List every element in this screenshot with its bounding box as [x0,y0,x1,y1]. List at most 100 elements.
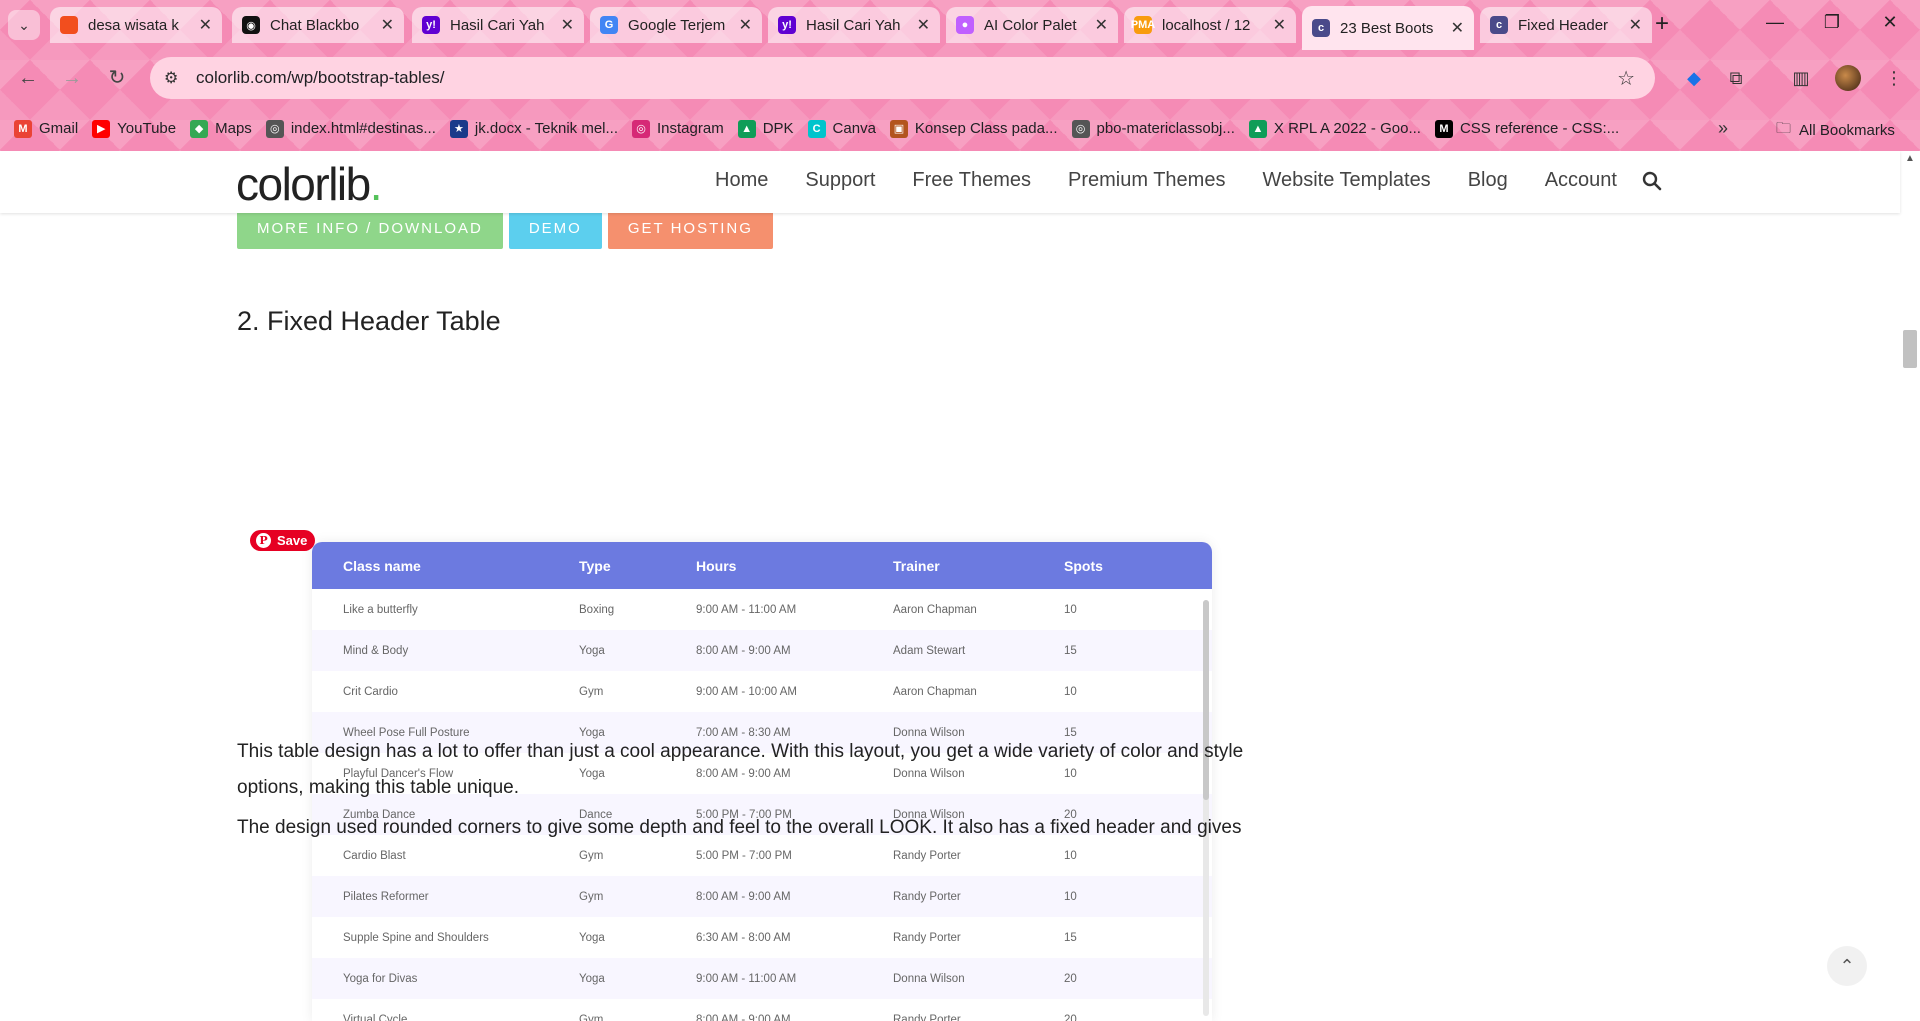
bookmark-item[interactable]: M CSS reference - CSS:... [1434,119,1620,138]
nav-link-blog[interactable]: Blog [1468,169,1508,192]
nav-link-account[interactable]: Account [1545,169,1617,192]
back-to-top-button[interactable]: ⌃ [1827,946,1867,986]
bookmark-favicon-icon: ◆ [190,119,209,138]
column-header[interactable]: Type [579,558,696,574]
column-header[interactable]: Spots [1064,558,1144,574]
nav-link-premium-themes[interactable]: Premium Themes [1068,169,1225,192]
bookmark-item[interactable]: ◎ Instagram [632,119,724,138]
more-bookmarks-icon[interactable]: » [1718,118,1728,139]
bookmark-label: jk.docx - Teknik mel... [474,120,618,137]
close-tab-icon[interactable]: ✕ [1629,15,1642,35]
page-scrollbar-thumb[interactable] [1903,330,1917,368]
close-tab-icon[interactable]: ✕ [739,15,752,35]
profile-avatar[interactable] [1835,65,1861,91]
new-tab-button[interactable]: + [1648,12,1676,40]
browser-tab[interactable]: y! Hasil Cari Yah ✕ [768,7,940,43]
get-hosting-button[interactable]: GET HOSTING [607,207,773,249]
bookmark-favicon-icon: ▶ [92,119,111,138]
close-tab-icon[interactable]: ✕ [1095,15,1108,35]
tab-favicon-icon: ◉ [242,16,260,34]
all-bookmarks-button[interactable]: 🗀 All Bookmarks [1776,118,1895,143]
column-header[interactable]: Trainer [893,558,1064,574]
bookmark-item[interactable]: ◎ index.html#destinas... [265,119,436,138]
colorlib-logo[interactable]: colorlib. [236,157,383,211]
column-header[interactable]: Class name [312,558,579,574]
bookmark-star-icon[interactable]: ☆ [1617,66,1635,91]
table-cell: 10 [1064,685,1077,698]
table-cell: 10 [1064,890,1077,903]
site-nav: Home Support Free Themes Premium Themes Webs… [715,169,1654,192]
side-panel-icon[interactable]: ▥ [1787,64,1815,92]
scroll-up-arrow-icon[interactable]: ▲ [1905,153,1915,164]
table-cell: Like a butterfly [343,603,418,616]
browser-tab[interactable]: ◉ Chat Blackbo ✕ [232,7,404,43]
table-cell: Randy Porter [893,931,961,944]
nav-link-home[interactable]: Home [715,169,768,192]
table-cell: 10 [1064,603,1077,616]
more-info-download-button[interactable]: MORE INFO / DOWNLOAD [237,207,503,249]
chevron-up-icon: ⌃ [1839,955,1855,976]
nav-link-support[interactable]: Support [805,169,875,192]
bookmark-favicon-icon: ▲ [737,119,756,138]
table-cell: Supple Spine and Shoulders [343,931,489,944]
table-cell: Yoga [579,972,605,985]
demo-button[interactable]: DEMO [508,207,602,249]
tab-title: 23 Best Boots [1340,19,1434,37]
close-tab-icon[interactable]: ✕ [561,15,574,35]
menu-kebab-icon[interactable]: ⋮ [1880,64,1908,92]
action-buttons: MORE INFO / DOWNLOAD DEMO GET HOSTING [237,207,779,249]
extensions-puzzle-icon[interactable]: ⧉ [1722,64,1750,92]
close-tab-icon[interactable]: ✕ [1273,15,1286,35]
bookmark-item[interactable]: ▲ X RPL A 2022 - Goo... [1248,119,1421,138]
forward-button[interactable]: → [58,64,86,92]
minimize-button[interactable]: — [1755,12,1795,33]
close-window-button[interactable]: ✕ [1870,12,1910,33]
tab-title: Hasil Cari Yah [806,16,901,34]
reload-button[interactable]: ↻ [103,64,131,92]
browser-tab[interactable]: G Google Terjem ✕ [590,7,762,43]
table-cell: Adam Stewart [893,644,966,657]
table-row: Like a butterfly Boxing 9:00 AM - 11:00 AM… [312,589,1212,630]
bookmark-item[interactable]: ◎ pbo-matericlassobj... [1071,119,1235,138]
browser-chrome: ⌄ desa wisata k ✕ ◉ Chat Blackbo ✕ y! Hasil Ca… [0,0,1920,151]
table-cell: Aaron Chapman [893,603,977,616]
browser-tab[interactable]: c 23 Best Boots ✕ [1302,6,1474,50]
bookmark-item[interactable]: ▣ Konsep Class pada... [889,119,1058,138]
bookmark-item[interactable]: ★ jk.docx - Teknik mel... [449,119,618,138]
url-text[interactable]: colorlib.com/wp/bootstrap-tables/ [196,68,445,88]
address-bar[interactable]: ⚙ colorlib.com/wp/bootstrap-tables/ ☆ [150,57,1655,99]
restore-button[interactable]: ❐ [1812,12,1852,33]
browser-tab[interactable]: c Fixed Header ✕ [1480,7,1652,43]
table-cell: 15 [1064,644,1077,657]
bookmark-item[interactable]: M Gmail [14,119,78,138]
extension-icon[interactable]: ◆ [1680,64,1708,92]
column-header[interactable]: Hours [696,558,893,574]
tab-favicon-icon: c [1312,19,1330,37]
bookmark-item[interactable]: ▶ YouTube [92,119,176,138]
pinterest-save-button[interactable]: P Save [250,530,316,551]
table-cell: Randy Porter [893,849,961,862]
table-cell: Donna Wilson [893,972,965,985]
bookmark-item[interactable]: ◆ Maps [190,119,252,138]
browser-tab[interactable]: PMA localhost / 12 ✕ [1124,7,1296,43]
bookmark-item[interactable]: ▲ DPK [737,119,794,138]
table-cell: Randy Porter [893,1013,961,1021]
bookmark-label: CSS reference - CSS:... [1459,120,1620,137]
search-icon[interactable] [1642,171,1662,191]
table-cell: Gym [579,1013,604,1021]
back-button[interactable]: ← [14,64,42,92]
browser-tab[interactable]: desa wisata k ✕ [50,7,222,43]
browser-tab[interactable]: y! Hasil Cari Yah ✕ [412,7,584,43]
bookmark-item[interactable]: C Canva [807,119,876,138]
tab-title: localhost / 12 [1162,16,1251,34]
nav-link-free-themes[interactable]: Free Themes [912,169,1031,192]
close-tab-icon[interactable]: ✕ [1451,18,1464,38]
browser-tab[interactable]: ● AI Color Palet ✕ [946,7,1118,43]
nav-link-website-templates[interactable]: Website Templates [1262,169,1430,192]
site-info-icon[interactable]: ⚙ [164,68,186,88]
close-tab-icon[interactable]: ✕ [381,15,394,35]
tab-search-button[interactable]: ⌄ [8,10,40,40]
page-scrollbar[interactable]: ▲ [1900,151,1920,1021]
close-tab-icon[interactable]: ✕ [199,15,212,35]
close-tab-icon[interactable]: ✕ [917,15,930,35]
